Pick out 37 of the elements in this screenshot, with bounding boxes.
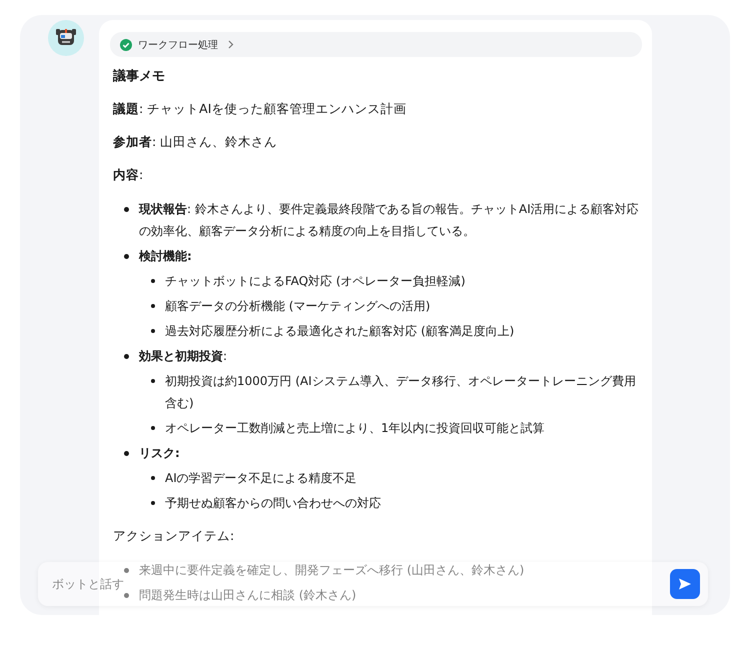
- bullet-icon: [124, 207, 129, 212]
- list-item: 問題発生時は山田さんに相談 (鈴木さん): [139, 587, 358, 604]
- list-item: 予期せぬ顧客からの問い合わせへの対応: [165, 495, 382, 512]
- bullet-icon: [124, 593, 129, 598]
- bullet-icon: [151, 329, 155, 333]
- list-item: 来週中に要件定義を確定し、開発フェーズへ移行 (山田さん、鈴木さん): [139, 562, 526, 579]
- workflow-chip[interactable]: ワークフロー処理: [110, 32, 642, 57]
- chevron-right-icon: [228, 40, 234, 49]
- bullet-icon: [151, 426, 155, 430]
- bullet-icon: [151, 279, 155, 283]
- memo-field: 議題: チャットAIを使った顧客管理エンハンス計画: [110, 99, 642, 119]
- send-icon: [678, 577, 692, 591]
- send-button[interactable]: [670, 569, 700, 599]
- list-item: AIの学習データ不足による精度不足: [165, 470, 358, 487]
- list-item: 顧客データの分析機能 (マーケティングへの活用): [165, 298, 432, 315]
- bullet-icon: [151, 501, 155, 505]
- list-item: 検討機能:: [139, 248, 193, 265]
- chip-label: ワークフロー処理: [138, 38, 218, 52]
- section-heading: アクションアイテム:: [112, 527, 236, 545]
- bullet-icon: [151, 476, 155, 480]
- list-item: チャットボットによるFAQ対応 (オペレーター負担軽減): [165, 273, 466, 290]
- list-item: 過去対応履歴分析による最適化された顧客対応 (顧客満足度向上): [165, 323, 516, 340]
- bullet-icon: [151, 304, 155, 308]
- list-item: 効果と初期投資:: [139, 348, 228, 365]
- list-item: オペレーター工数削減と売上増により、1年以内に投資回収可能と試算: [165, 420, 546, 437]
- bullet-icon: [124, 254, 129, 259]
- bullet-icon: [151, 379, 155, 383]
- section-heading: 内容:: [112, 166, 144, 184]
- robot-avatar-icon: [48, 20, 84, 56]
- list-item: リスク:: [139, 445, 181, 462]
- list-item: 現状報告: 鈴木さんより、要件定義最終段階である旨の報告。チャットAI活用による顧客対応の効率化、顧客データ分析による精度の向上を目指している。: [139, 201, 640, 240]
- bullet-icon: [124, 354, 129, 359]
- list-item: 初期投資は約1000万円 (AIシステム導入、データ移行、オペレータートレーニング費用含む): [165, 373, 637, 412]
- bullet-icon: [124, 568, 129, 573]
- memo-field: 参加者: 山田さん、鈴木さん: [110, 132, 642, 152]
- bullet-icon: [124, 451, 129, 456]
- memo-title: 議事メモ: [112, 68, 166, 85]
